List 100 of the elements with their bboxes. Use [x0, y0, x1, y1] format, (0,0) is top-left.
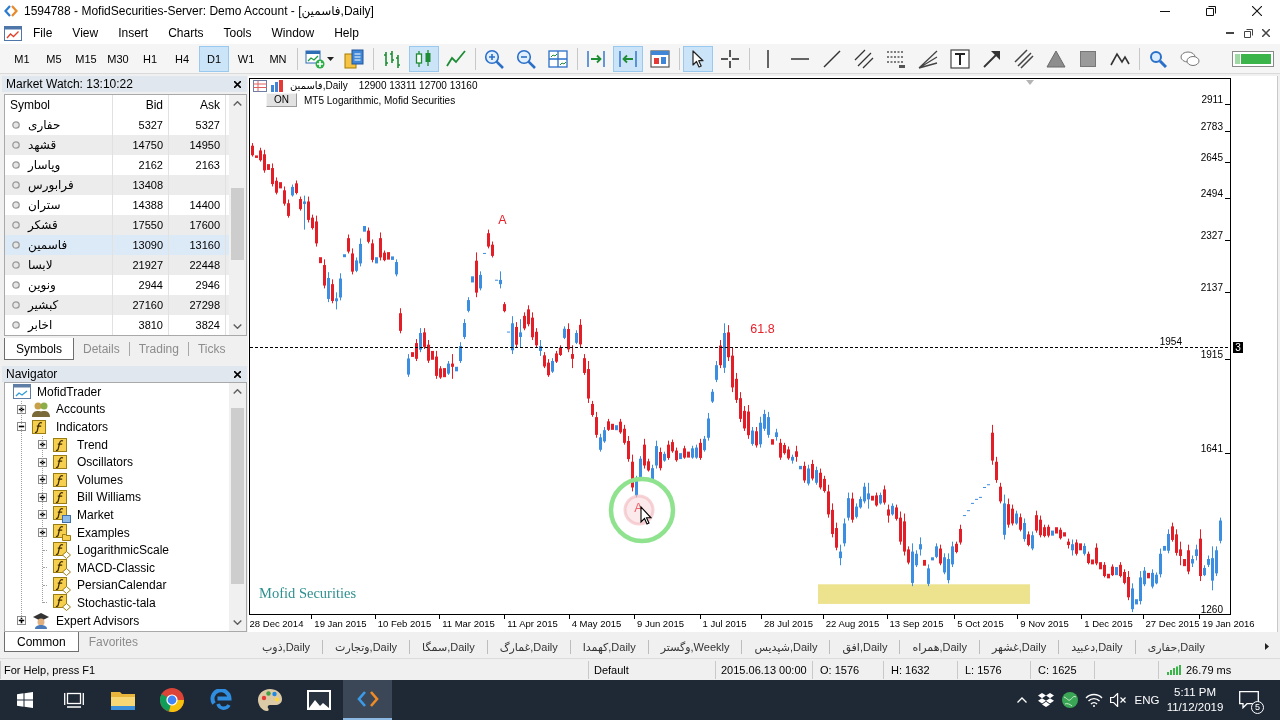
scrollbar-thumb[interactable] — [231, 408, 244, 584]
folder-icon — [110, 690, 135, 710]
plus-box-icon[interactable] — [38, 528, 47, 538]
chart-tab[interactable]: ذوب,Daily — [250, 639, 324, 654]
chart-tab[interactable]: وگستر,Weekly — [648, 639, 743, 654]
zigzag-icon — [1110, 50, 1130, 67]
close-button[interactable] — [231, 78, 243, 90]
status-circle-icon — [12, 201, 20, 209]
square-icon — [1080, 50, 1096, 67]
chart-tab[interactable]: غشهر,Daily — [980, 639, 1060, 654]
chat-bubbles-icon — [1180, 49, 1200, 68]
column-header[interactable]: Bid — [113, 95, 169, 115]
plus-box-icon[interactable] — [38, 492, 47, 502]
price-label: 2137 — [1200, 281, 1223, 293]
cursor-button[interactable] — [683, 45, 713, 72]
tree-item[interactable]: MofidTrader — [5, 383, 229, 401]
timeframe-button[interactable]: W1 — [231, 45, 261, 72]
triangle-icon — [1046, 49, 1066, 68]
timeframe-button[interactable]: M15 — [71, 45, 101, 72]
scrollbar-thumb[interactable] — [231, 188, 244, 260]
window-title: 1594788 - MofidSecurities-Server: Demo Account - [فاسمین,Daily] — [24, 4, 374, 18]
tree-item[interactable]: Bill Williams — [5, 488, 229, 507]
candle-body — [591, 403, 594, 415]
chart-tab[interactable]: شپدیس,Daily — [742, 639, 831, 654]
picture-icon — [306, 690, 331, 710]
chart-tab[interactable]: دعبید,Daily — [1059, 639, 1136, 654]
chart-tab[interactable]: همراه,Daily — [900, 639, 980, 654]
plus-box-icon[interactable] — [17, 404, 26, 414]
candlesticks-button[interactable] — [409, 45, 439, 72]
tree-item[interactable]: Examples — [5, 523, 229, 542]
toggle-button[interactable]: ON — [266, 93, 297, 107]
tree-item[interactable]: Stochastic-tala — [5, 594, 229, 612]
column-header[interactable]: Symbol — [5, 95, 113, 115]
candle-body — [1219, 520, 1222, 541]
timeframe-button[interactable]: M5 — [39, 45, 69, 72]
clock-time[interactable]: 5:11 PM — [1174, 685, 1216, 700]
stacked-documents-icon — [344, 48, 364, 69]
tree-item[interactable]: MACD-Classic — [5, 558, 229, 577]
date-label: 4 May 2015 — [571, 618, 622, 629]
timeframe-button[interactable]: H4 — [167, 45, 197, 72]
status-message: For Help, press F1 — [4, 663, 96, 676]
bars-icon — [270, 79, 284, 92]
plus-box-icon[interactable] — [38, 475, 47, 485]
menu-item[interactable]: View — [62, 23, 109, 43]
menu-item[interactable]: Charts — [158, 23, 214, 43]
chart-tab[interactable]: حفاری,Daily — [1135, 639, 1217, 654]
menu-item[interactable]: File — [23, 23, 63, 43]
timeframe-button[interactable]: H1 — [135, 45, 165, 72]
minimize-icon — [1226, 32, 1234, 34]
function-diamond-icon — [53, 541, 71, 559]
plus-box-icon[interactable] — [17, 616, 26, 625]
column-header[interactable]: Ask — [169, 95, 226, 115]
symbol-name: کبشیر — [28, 297, 59, 314]
plus-box-icon[interactable] — [38, 440, 47, 450]
dotted-lines-icon — [886, 48, 906, 69]
table-icon — [253, 79, 267, 92]
timeframe-button[interactable]: M1 — [7, 45, 37, 72]
tree-item[interactable]: Expert Advisors — [5, 611, 229, 630]
close-button[interactable] — [231, 368, 243, 380]
tree-item[interactable]: Volumes — [5, 470, 229, 489]
symbol-name: وپاسار — [28, 157, 61, 175]
zoom-in-icon — [484, 48, 504, 69]
panel-title: Market Watch: 13:10:22 — [6, 77, 133, 91]
menu-item[interactable]: Window — [261, 23, 325, 43]
ping-time: 26.79 ms — [1186, 663, 1232, 676]
clock-date[interactable]: 11/12/2019 — [1166, 700, 1224, 715]
plus-box-icon[interactable] — [38, 510, 47, 520]
chart-tab[interactable]: وتجارت,Daily — [323, 639, 411, 654]
table-cell: 3824 — [169, 315, 226, 335]
status-circle-icon — [12, 221, 20, 229]
menu-item[interactable]: Help — [324, 23, 369, 43]
tree-item[interactable]: Accounts — [5, 400, 229, 419]
candle-body — [927, 568, 930, 584]
tree-item[interactable]: Market — [5, 506, 229, 524]
timeframe-button[interactable]: MN — [263, 45, 293, 72]
tree-item[interactable]: LogarithmicScale — [5, 541, 229, 559]
tree-item[interactable]: Indicators — [5, 418, 229, 436]
panel-tab[interactable]: Common — [4, 632, 79, 652]
timeframe-button[interactable]: D1 — [199, 45, 229, 72]
chart-tab[interactable]: غمارگ,Daily — [487, 639, 571, 654]
tree-item[interactable]: Oscillators — [5, 453, 229, 471]
input-language[interactable]: ENG — [1130, 694, 1164, 706]
tree-item[interactable]: Trend — [5, 435, 229, 454]
panel-tab[interactable]: Symbols — [4, 338, 74, 360]
chart-tab[interactable]: کهمدا,Daily — [570, 639, 649, 654]
chevron-up-icon — [1017, 697, 1027, 703]
notifications-button[interactable]: 5 — [1226, 680, 1272, 720]
timeframe-button[interactable]: M30 — [103, 45, 133, 72]
candle-body — [395, 262, 398, 275]
chart-tab[interactable]: سمگا,Daily — [410, 639, 488, 654]
menu-item[interactable]: Tools — [213, 23, 262, 43]
notification-count: 5 — [1251, 701, 1264, 714]
chart-tab[interactable]: افق,Daily — [830, 639, 901, 654]
date-label: 13 Sep 2015 — [889, 618, 944, 629]
tree-item[interactable]: PersianCalendar — [5, 576, 229, 595]
symbol-name: ونوین — [28, 277, 56, 295]
minus-box-icon[interactable] — [17, 422, 26, 432]
plus-box-icon[interactable] — [38, 457, 47, 467]
chart-shift-button[interactable] — [613, 45, 643, 72]
menu-item[interactable]: Insert — [108, 23, 159, 43]
